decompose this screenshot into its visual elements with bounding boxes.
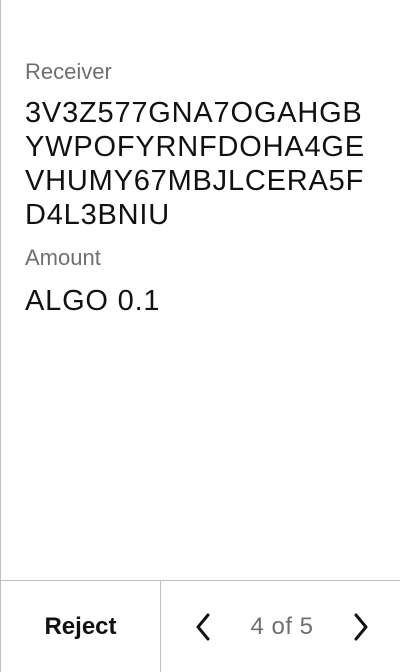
review-footer: Reject 4 of 5 bbox=[1, 580, 400, 672]
amount-value: ALGO 0.1 bbox=[25, 285, 161, 317]
amount-label: Amount bbox=[25, 245, 101, 270]
page-indicator: 4 of 5 bbox=[250, 612, 314, 640]
page-navigation: 4 of 5 bbox=[161, 581, 400, 672]
previous-page-button[interactable] bbox=[189, 607, 217, 647]
next-page-button[interactable] bbox=[347, 607, 375, 647]
receiver-label: Receiver bbox=[25, 59, 112, 84]
transaction-details: Receiver 3V3Z577GNA7OGAHGBYWPOFYRNFDOHA4… bbox=[25, 58, 385, 318]
transaction-review-screen: Receiver 3V3Z577GNA7OGAHGBYWPOFYRNFDOHA4… bbox=[0, 0, 400, 672]
reject-button[interactable]: Reject bbox=[1, 581, 161, 672]
chevron-right-icon bbox=[354, 613, 368, 640]
chevron-left-icon bbox=[196, 613, 210, 640]
receiver-address: 3V3Z577GNA7OGAHGBYWPOFYRNFDOHA4GEVHUMY67… bbox=[25, 97, 365, 231]
